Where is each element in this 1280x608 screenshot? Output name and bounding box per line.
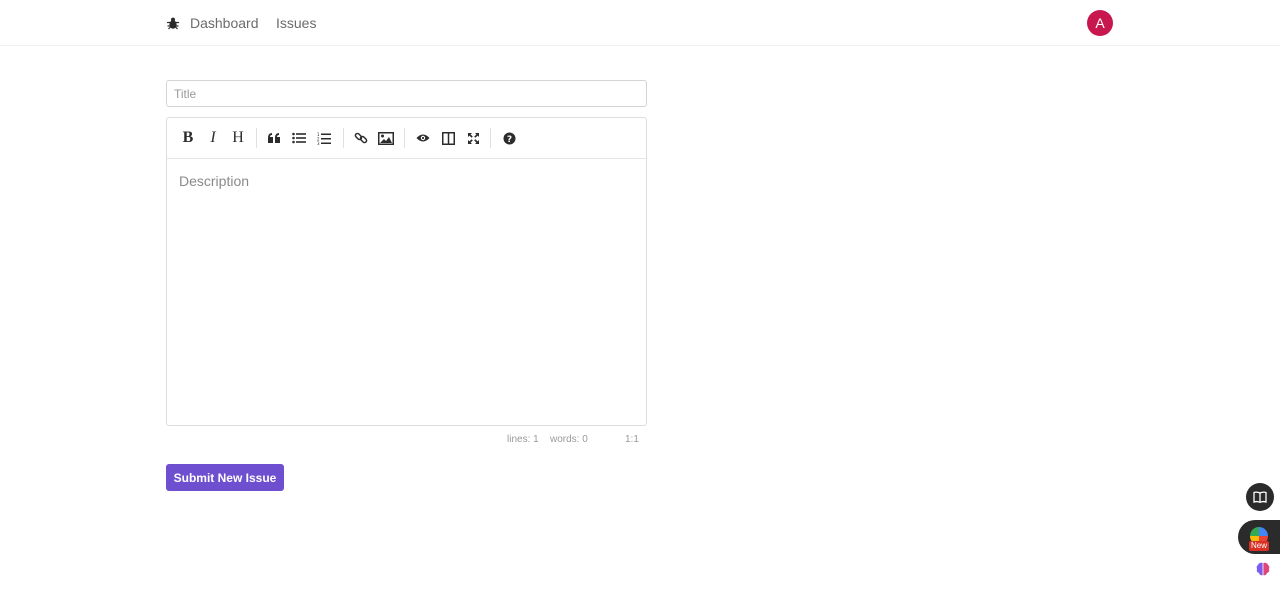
bold-icon[interactable]: B [177,127,199,149]
nav-link-issues[interactable]: Issues [276,15,316,31]
quote-icon[interactable] [263,127,285,149]
editor-toolbar: B I H 1 2 3 ? [167,118,646,159]
image-icon[interactable] [375,127,397,149]
top-navbar: Dashboard Issues A [0,0,1280,46]
status-words: words: 0 [550,434,588,445]
toolbar-divider [404,128,405,148]
user-avatar[interactable]: A [1087,10,1113,36]
status-lines: lines: 1 [507,434,539,445]
ordered-list-icon[interactable]: 1 2 3 [313,127,335,149]
chrome-extension-icon[interactable]: New [1238,520,1280,554]
link-icon[interactable] [350,127,372,149]
toolbar-divider [490,128,491,148]
preview-eye-icon[interactable] [412,127,434,149]
toolbar-divider [256,128,257,148]
new-badge: New [1249,541,1270,551]
description-textarea[interactable]: Description [179,173,249,189]
heading-icon[interactable]: H [227,127,249,149]
book-icon[interactable] [1246,483,1274,511]
submit-new-issue-button[interactable]: Submit New Issue [166,464,284,491]
nav-link-dashboard[interactable]: Dashboard [190,15,259,31]
status-cursor: 1:1 [625,434,639,445]
bug-icon[interactable] [166,16,180,30]
brain-icon[interactable] [1255,561,1271,577]
svg-text:?: ? [506,134,511,144]
toolbar-divider [343,128,344,148]
help-icon[interactable]: ? [498,127,520,149]
fullscreen-icon[interactable] [462,127,484,149]
issue-title-input[interactable] [166,80,647,107]
side-by-side-icon[interactable] [437,127,459,149]
svg-text:3: 3 [317,141,320,145]
unordered-list-icon[interactable] [288,127,310,149]
italic-icon[interactable]: I [202,127,224,149]
description-editor: B I H 1 2 3 ? Description [166,117,647,426]
